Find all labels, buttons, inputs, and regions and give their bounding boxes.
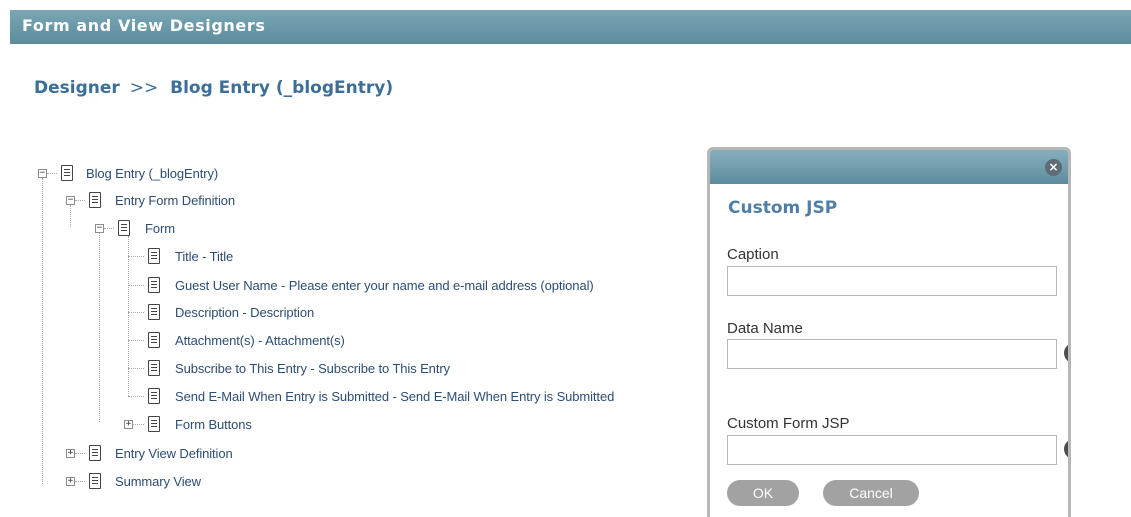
tree-node-form-item[interactable]: Subscribe to This Entry - Subscribe to T… — [175, 361, 450, 376]
custom-form-jsp-input[interactable] — [727, 435, 1057, 465]
tree-connector — [128, 236, 129, 396]
tree-connector — [128, 312, 144, 313]
tree-node-summary-view[interactable]: Summary View — [115, 474, 201, 489]
tree-connector — [75, 453, 85, 454]
collapse-toggle-icon[interactable]: − — [66, 196, 75, 205]
document-icon — [148, 332, 160, 348]
data-name-label: Data Name — [727, 320, 803, 337]
tree-node-form-item[interactable]: Guest User Name - Please enter your name… — [175, 278, 594, 293]
tree-connector — [128, 285, 144, 286]
tree-connector — [133, 424, 144, 425]
document-icon — [89, 473, 101, 489]
document-icon — [148, 388, 160, 404]
document-icon — [89, 445, 101, 461]
tree-node-entry-form-definition[interactable]: Entry Form Definition — [115, 193, 235, 208]
document-icon — [61, 165, 73, 181]
tree-connector — [104, 228, 114, 229]
expand-toggle-icon[interactable]: + — [66, 477, 75, 486]
caption-label: Caption — [727, 246, 779, 263]
tree-connector — [99, 232, 100, 422]
tree-node-form-item[interactable]: Description - Description — [175, 305, 314, 320]
cancel-button[interactable]: Cancel — [823, 480, 919, 506]
tree-node-form-buttons[interactable]: Form Buttons — [175, 417, 252, 432]
tree-node-form-item[interactable]: Send E-Mail When Entry is Submitted - Se… — [175, 389, 614, 404]
document-icon — [118, 220, 130, 236]
data-name-input[interactable] — [727, 339, 1057, 369]
tree-connector — [42, 178, 43, 484]
dialog-title: Custom JSP — [728, 198, 838, 218]
custom-jsp-dialog: × Custom JSP Caption Data Name ? Custom … — [707, 147, 1071, 517]
tree-node-form-item[interactable]: Title - Title — [175, 249, 233, 264]
designer-tree: − Blog Entry (_blogEntry) − Entry Form D… — [0, 0, 700, 517]
custom-form-jsp-label: Custom Form JSP — [727, 415, 850, 432]
tree-node-root[interactable]: Blog Entry (_blogEntry) — [86, 166, 218, 181]
collapse-toggle-icon[interactable]: − — [38, 169, 47, 178]
tree-connector — [75, 481, 85, 482]
document-icon — [148, 277, 160, 293]
document-icon — [89, 192, 101, 208]
tree-connector — [70, 205, 71, 227]
tree-connector — [128, 368, 144, 369]
tree-connector — [47, 173, 57, 174]
tree-connector — [128, 340, 144, 341]
document-icon — [148, 416, 160, 432]
document-icon — [148, 248, 160, 264]
dialog-title-bar[interactable]: × — [710, 150, 1068, 184]
tree-connector — [75, 200, 85, 201]
tree-connector — [128, 396, 144, 397]
document-icon — [148, 360, 160, 376]
tree-node-entry-view-definition[interactable]: Entry View Definition — [115, 446, 233, 461]
document-icon — [148, 304, 160, 320]
caption-input[interactable] — [727, 266, 1057, 296]
help-icon[interactable]: ? — [1064, 439, 1068, 459]
close-icon[interactable]: × — [1045, 159, 1062, 176]
ok-button[interactable]: OK — [727, 480, 799, 506]
collapse-toggle-icon[interactable]: − — [95, 224, 104, 233]
tree-node-form-item[interactable]: Attachment(s) - Attachment(s) — [175, 333, 345, 348]
tree-connector — [128, 256, 144, 257]
expand-toggle-icon[interactable]: + — [124, 420, 133, 429]
expand-toggle-icon[interactable]: + — [66, 449, 75, 458]
tree-node-form[interactable]: Form — [145, 221, 175, 236]
help-icon[interactable]: ? — [1064, 343, 1068, 363]
